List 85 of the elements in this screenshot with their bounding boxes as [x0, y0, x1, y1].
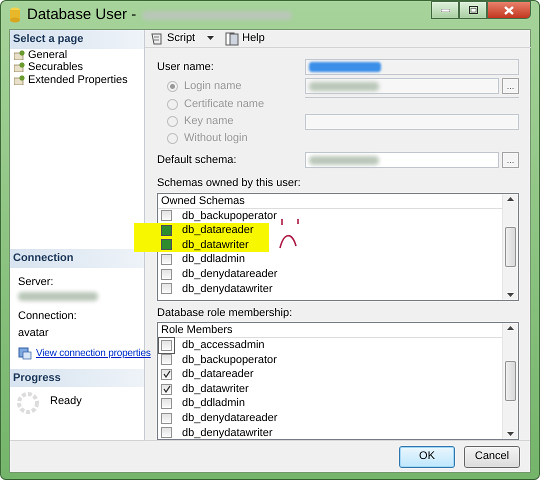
page-icon: [14, 74, 25, 85]
connection-value: avatar: [18, 326, 50, 340]
field-label: User name:: [157, 60, 215, 75]
scroll-down-icon: [507, 292, 514, 296]
row-label: db_denydatareader: [182, 266, 278, 282]
row-label: db_denydatareader: [182, 411, 278, 426]
scroll-thumb[interactable]: [505, 226, 516, 266]
connection-properties-link[interactable]: View connection properties: [36, 346, 151, 361]
field-label: Default schema:: [157, 152, 238, 168]
row-label: db_denydatawriter: [182, 282, 273, 297]
checkbox[interactable]: [161, 224, 172, 236]
checkbox[interactable]: [161, 239, 172, 250]
checkbox[interactable]: [161, 283, 172, 294]
row-label: db_datawriter: [182, 238, 249, 253]
server-label: Server:: [18, 274, 54, 290]
checkbox[interactable]: [161, 412, 172, 424]
checkbox[interactable]: [161, 340, 172, 351]
scroll-up-icon: [507, 196, 514, 200]
text-field[interactable]: [305, 114, 519, 130]
option-label: Login name: [184, 78, 242, 94]
page-icon: [14, 62, 25, 72]
section-header: Progress: [10, 368, 144, 387]
radio-icon[interactable]: [167, 133, 178, 144]
option-label: Without login: [184, 131, 248, 146]
spinner-icon: [16, 391, 40, 415]
database-icon: [9, 7, 21, 23]
minimize-button[interactable]: [431, 1, 459, 19]
row-label: db_denydatawriter: [182, 426, 273, 441]
help-button[interactable]: Help: [225, 30, 265, 47]
scroll-thumb[interactable]: [505, 361, 516, 401]
script-button[interactable]: Script: [150, 30, 216, 47]
caret-icon: [206, 36, 216, 41]
page-item[interactable]: Securables: [10, 61, 144, 74]
checkbox[interactable]: [161, 268, 172, 280]
page-icon: [14, 50, 25, 60]
scroll-up-icon: [507, 326, 514, 330]
browse-button[interactable]: ...: [502, 152, 519, 168]
group-label: Database role membership:: [157, 306, 292, 318]
radio-dot-icon: [170, 84, 175, 88]
browse-button[interactable]: ...: [502, 78, 519, 94]
radio-icon[interactable]: [167, 80, 178, 92]
cancel-button[interactable]: Cancel: [464, 446, 520, 468]
option-label: Key name: [184, 114, 234, 130]
radio-icon[interactable]: [167, 99, 178, 110]
close-button[interactable]: [487, 1, 531, 19]
checkbox[interactable]: [161, 368, 172, 380]
connection-label: Connection:: [18, 309, 78, 324]
checkbox[interactable]: [161, 354, 172, 366]
column-header: Owned Schemas: [158, 194, 502, 208]
row-label: db_accessadmin: [182, 338, 265, 354]
section-header: Connection: [10, 249, 144, 268]
page-item[interactable]: General: [10, 48, 144, 61]
text-field[interactable]: [305, 59, 519, 75]
scroll-down-icon: [507, 432, 514, 436]
window-title: Database User -: [27, 4, 136, 25]
row-label: db_datawriter: [182, 382, 249, 397]
checkbox[interactable]: [161, 398, 172, 410]
row-label: db_datareader: [182, 367, 254, 382]
text-field[interactable]: [305, 78, 499, 94]
scrollbar[interactable]: [502, 323, 518, 439]
section-header: Select a page: [10, 30, 144, 48]
row-label: db_backupoperator: [182, 208, 277, 224]
page-item[interactable]: Extended Properties: [10, 74, 144, 86]
checkbox[interactable]: [161, 210, 172, 222]
checkbox[interactable]: [161, 254, 172, 266]
properties-icon: [18, 347, 32, 360]
maximize-icon: [468, 6, 478, 14]
checkbox[interactable]: [161, 384, 172, 395]
ok-button[interactable]: OK: [399, 446, 455, 468]
row-label: db_datareader: [182, 223, 254, 238]
checkbox[interactable]: [161, 427, 172, 438]
column-header: Role Members: [158, 323, 502, 338]
row-label: db_ddladmin: [182, 252, 245, 268]
radio-icon[interactable]: [167, 116, 178, 127]
scrollbar[interactable]: [502, 194, 518, 300]
row-label: db_backupoperator: [182, 352, 277, 368]
close-icon: [504, 6, 514, 14]
maximize-button[interactable]: [459, 1, 487, 19]
progress-status: Ready: [50, 394, 82, 409]
scroll-icon: [150, 32, 164, 46]
text-field[interactable]: [305, 152, 499, 168]
option-label: Certificate name: [184, 97, 264, 112]
row-label: db_ddladmin: [182, 396, 245, 412]
minimize-icon: [440, 8, 450, 12]
group-label: Schemas owned by this user:: [157, 177, 301, 189]
